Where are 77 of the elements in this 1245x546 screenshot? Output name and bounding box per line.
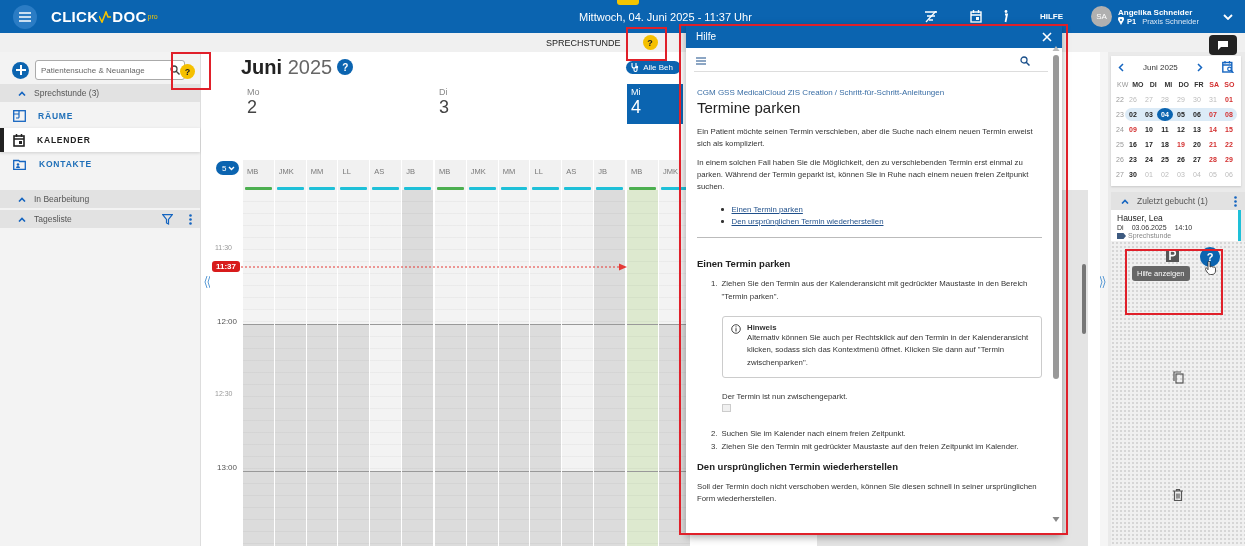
filter-icon[interactable] [162,213,173,225]
article-title: Termine parken [697,99,802,116]
nav-item[interactable]: KONTAKTE [0,152,200,176]
section-header[interactable]: Zuletzt gebucht (1) [1111,192,1245,210]
filter-off-icon[interactable] [923,10,938,23]
close-icon [1042,31,1052,42]
date-time: Mittwoch, 04. Juni 2025 - 11:37 Uhr [578,10,753,23]
logo-zigzag-icon [99,10,112,23]
day-header[interactable]: Di 3 [435,84,491,124]
staff-count-button[interactable]: 5 [216,161,240,175]
search-field[interactable]: Patientensuche & Neuanlage [35,60,185,80]
image-placeholder-icon [722,403,731,412]
calendar-icon[interactable] [969,10,982,23]
search-icon[interactable] [1020,56,1030,66]
rooms-icon [13,110,26,122]
menu-button[interactable] [13,4,37,29]
section-label: Sprechstunde (3) [34,88,101,98]
hand-cursor-icon [1205,261,1216,275]
patient-name: Hauser, Lea [1117,213,1164,223]
breadcrumb-link[interactable]: CGM GSS MedicalCloud ZIS Creation / Schritt-für-Schritt-Anleitungen [697,88,1042,97]
tag-icon [1117,232,1126,239]
highlight-frame [171,52,211,90]
view-title: SPRECHSTUNDE [546,37,621,48]
chevron-down-icon [228,165,236,171]
section-header[interactable]: Tagesliste [0,210,200,228]
next-icon[interactable] [1196,62,1203,72]
more-icon[interactable] [189,213,192,225]
chevron-down-icon[interactable] [1223,13,1233,20]
day-header[interactable]: Mi 4 [627,84,683,124]
month-title: Juni 2025 [241,55,333,79]
section-label: Zuletzt gebucht (1) [1137,196,1209,206]
help-badge[interactable]: ? [642,35,658,50]
chat-button[interactable] [1209,35,1237,55]
expand-right-icon[interactable] [1100,275,1106,289]
help-badge[interactable]: ? [337,59,354,75]
nav-item[interactable]: RÄUME [0,104,200,128]
stethoscope-icon [631,62,641,72]
section-label: In Bearbeitung [34,194,91,204]
section-header[interactable]: In Bearbeitung [0,190,200,208]
help-button[interactable]: HILFE [1039,12,1063,21]
current-time-badge: 11:37 [212,261,241,272]
chat-icon [1218,40,1228,50]
add-button[interactable] [12,61,29,79]
bullet-icon [721,220,724,223]
panel-title: Hilfe [696,31,716,42]
calendar-icon [13,133,25,147]
collapse-left-icon[interactable] [204,275,210,289]
contact-card-icon [13,158,27,170]
nav-item[interactable]: KALENDER [0,128,200,152]
previous-icon[interactable] [1118,62,1124,72]
section-label: Tagesliste [34,214,73,224]
month-title: Juni 2025 [1143,62,1178,72]
plus-icon [15,65,26,75]
day-header[interactable]: Mo 2 [243,84,299,124]
scrollbar[interactable] [1082,264,1086,334]
more-icon[interactable] [1234,195,1237,207]
scrollbar[interactable] [1052,45,1060,523]
section-heading: Den ursprünglichen Termin wiederherstellen [697,460,899,472]
calendar-search-icon[interactable] [1222,61,1234,73]
menu-icon[interactable] [696,57,706,65]
user-name: Angelika Schneider [1118,7,1194,17]
section-header[interactable]: Sprechstunde (3) [0,84,200,102]
menu-icon [19,11,31,22]
logo-text: CLICK [51,8,99,25]
copy-icon[interactable] [1172,371,1184,384]
location-pin-icon [1118,17,1124,25]
caret-up-icon [1121,198,1129,204]
bullet-icon [721,208,724,211]
close-button[interactable] [1042,31,1052,42]
logo-text: DOC [112,8,147,25]
delete-icon[interactable] [1173,489,1183,501]
section-heading: Einen Termin parken [697,258,792,270]
info-icon [731,324,741,335]
time-label: 12:00 [217,317,238,326]
time-label: 13:00 [217,463,238,472]
highlight-frame [626,27,667,61]
search-icon[interactable] [170,65,180,75]
